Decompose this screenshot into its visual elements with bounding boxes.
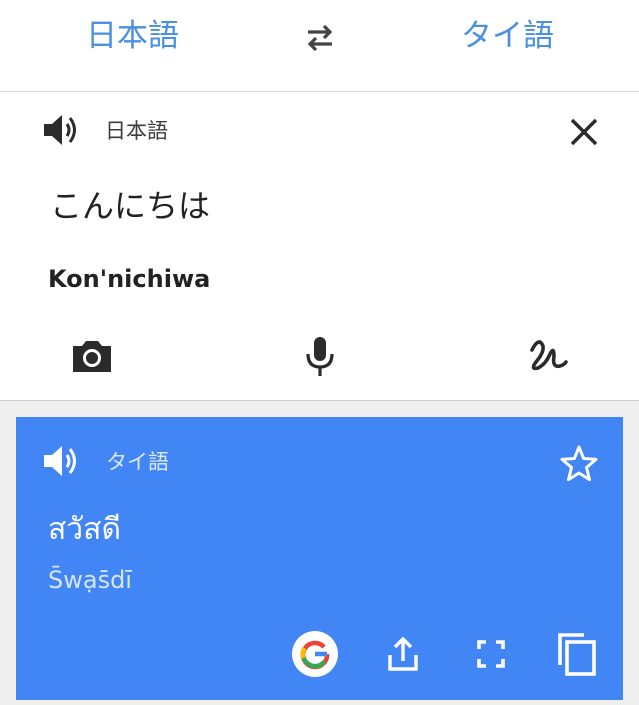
- save-phrase-button[interactable]: [558, 443, 600, 485]
- microphone-button[interactable]: [296, 332, 344, 380]
- fullscreen-icon: [477, 640, 505, 668]
- camera-button[interactable]: [68, 332, 116, 380]
- target-language-label: タイ語: [106, 450, 169, 474]
- translated-text: สวัสดี: [48, 512, 121, 547]
- source-romanization: Kon'nichiwa: [48, 265, 211, 293]
- handwriting-icon: [530, 340, 568, 371]
- fullscreen-button[interactable]: [468, 631, 514, 677]
- clear-input-button[interactable]: [566, 114, 602, 150]
- handwriting-button[interactable]: [524, 332, 572, 380]
- star-icon: [560, 445, 598, 482]
- camera-icon: [73, 341, 111, 372]
- google-search-button[interactable]: [292, 631, 338, 677]
- input-card: 日本語 こんにちは Kon'nichiwa: [0, 92, 639, 401]
- target-language-button[interactable]: タイ語: [461, 14, 554, 58]
- source-language-button[interactable]: 日本語: [86, 14, 179, 58]
- language-bar: 日本語 タイ語: [0, 0, 639, 92]
- close-icon: [570, 118, 598, 146]
- speaker-icon: [44, 446, 76, 476]
- share-button[interactable]: [380, 631, 426, 677]
- microphone-icon: [306, 337, 334, 376]
- source-language-label: 日本語: [105, 119, 168, 143]
- translated-transliteration: S̄wạs̄dī: [48, 566, 132, 594]
- translation-result-card: タイ語 สวัสดี S̄wạs̄dī: [16, 417, 623, 700]
- swap-arrows-icon: [307, 24, 333, 52]
- source-speaker-button[interactable]: [40, 110, 80, 150]
- share-icon: [388, 636, 418, 671]
- swap-languages-button[interactable]: [302, 20, 338, 56]
- copy-icon: [558, 633, 596, 676]
- target-speaker-button[interactable]: [40, 441, 80, 481]
- speaker-icon: [44, 115, 76, 145]
- source-text-input[interactable]: こんにちは: [50, 184, 210, 228]
- google-icon: [300, 640, 330, 670]
- copy-button[interactable]: [554, 631, 600, 677]
